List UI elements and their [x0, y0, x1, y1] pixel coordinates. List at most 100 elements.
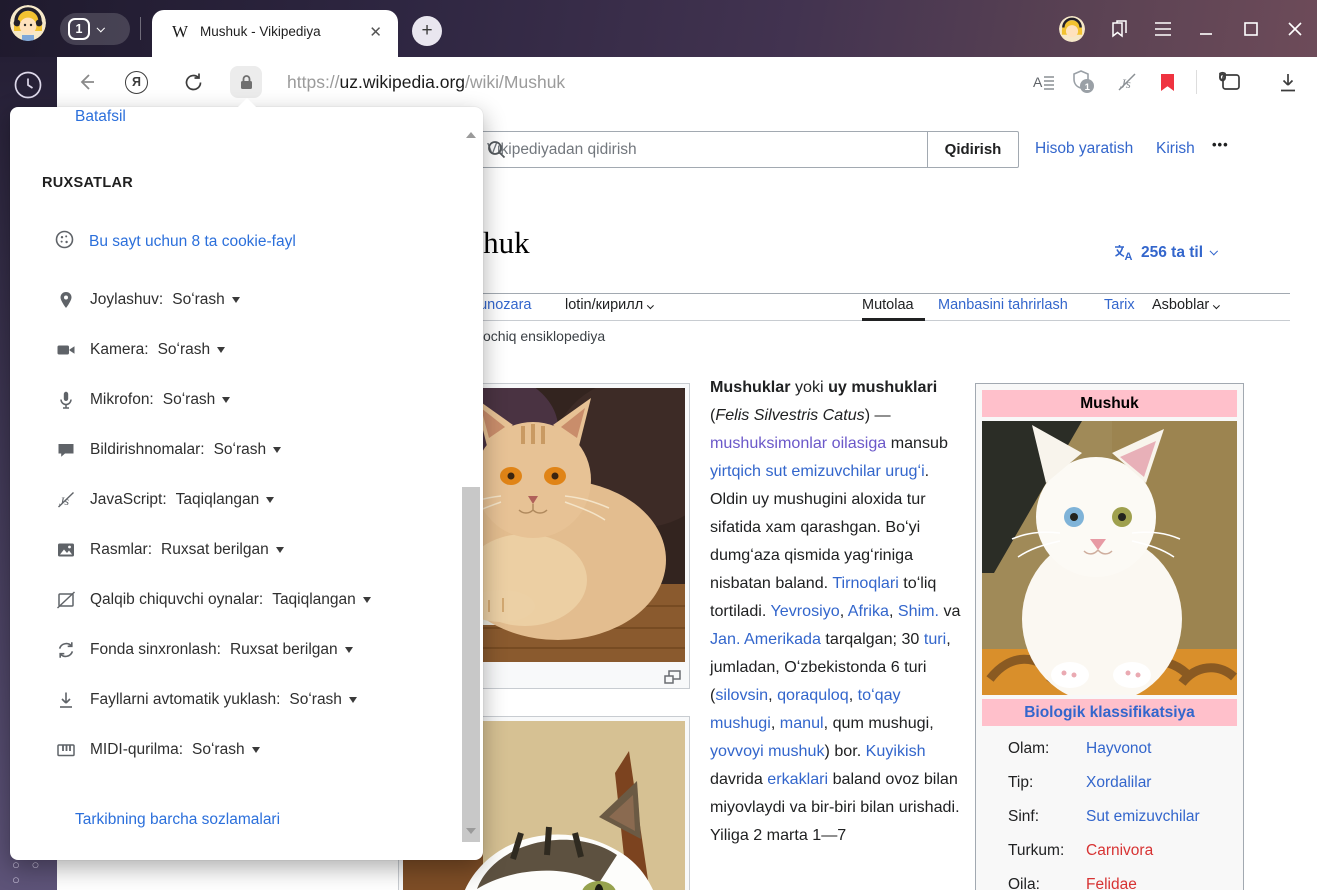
minimize-button[interactable] [1197, 19, 1217, 39]
address-bar[interactable]: https://uz.wikipedia.org/wiki/Mushuk [287, 57, 565, 107]
permission-value-dropdown[interactable]: Soʻrash [289, 691, 357, 709]
downloads-icon[interactable] [1278, 57, 1298, 107]
wiki-link[interactable]: Afrika [848, 602, 889, 620]
protect-shield-icon[interactable]: 1 [1071, 57, 1097, 107]
caret-down-icon [222, 397, 230, 403]
taxonomy-label: Tip: [1008, 774, 1086, 792]
infobox-title: Mushuk [982, 390, 1237, 417]
tab-edit-source[interactable]: Manbasini tahrirlash [938, 297, 1068, 313]
language-selector[interactable]: A 256 ta til [1113, 243, 1216, 262]
permission-row-sync: Fonda sinxronlash:Ruxsat berilgan [10, 625, 450, 675]
cookies-row[interactable]: Bu sayt uchun 8 ta cookie-fayl [54, 229, 296, 255]
tab-count-badge: 1 [68, 18, 90, 40]
permission-label: Bildirishnomalar: [90, 441, 205, 459]
taxonomy-value-link[interactable]: Sut emizuvchilar [1086, 808, 1200, 826]
permission-rows: Joylashuv:SoʻrashKamera:SoʻrashMikrofon:… [10, 275, 450, 775]
taxonomy-label: Oila: [1008, 876, 1086, 890]
permission-value-dropdown[interactable]: Taqiqlangan [176, 491, 275, 509]
avatar-icon [10, 5, 46, 41]
caret-down-icon [273, 447, 281, 453]
login-link[interactable]: Kirish [1156, 140, 1195, 158]
taxonomy-label: Turkum: [1008, 842, 1086, 860]
all-content-settings-link[interactable]: Tarkibning barcha sozlamalari [75, 811, 280, 829]
back-icon[interactable] [75, 57, 97, 107]
search-button[interactable]: Qidirish [927, 131, 1019, 168]
sidebar-overflow-dots-icon[interactable]: ○ ○ ○ [12, 857, 57, 887]
variant-selector[interactable]: lotin/кирилл [565, 297, 653, 313]
permission-value-dropdown[interactable]: Soʻrash [158, 341, 226, 359]
wiki-link[interactable]: Yevrosiyo [771, 602, 840, 620]
svg-text:A: A [1033, 74, 1043, 90]
permission-value-dropdown[interactable]: Ruxsat berilgan [161, 541, 284, 559]
tab-group-counter[interactable]: 1 [60, 13, 130, 45]
collections-icon[interactable] [1214, 57, 1241, 107]
header-more-icon[interactable]: ••• [1212, 137, 1229, 152]
svg-text:A: A [1125, 251, 1133, 262]
cookies-link[interactable]: Bu sayt uchun 8 ta cookie-fayl [89, 233, 296, 251]
wiki-link[interactable]: Tirnoqlari [832, 574, 898, 592]
account-avatar[interactable] [1059, 16, 1085, 42]
titlebar-separator [140, 17, 141, 40]
tools-menu[interactable]: Asboblar [1152, 297, 1219, 313]
panel-scroll-down-icon[interactable] [466, 834, 476, 852]
site-security-lock-icon[interactable] [230, 66, 262, 98]
bookmarks-icon[interactable] [1109, 19, 1129, 39]
wiki-link[interactable]: Jan. Amerikada [710, 630, 821, 648]
javascript-blocked-icon[interactable]: Js [1114, 57, 1140, 107]
taxonomy-value-link[interactable]: Carnivora [1086, 842, 1153, 860]
wiki-link[interactable]: yirtqich sut emizuvchilar urugʻi [710, 462, 925, 480]
wiki-link[interactable]: Shim. [898, 602, 939, 620]
tab-history[interactable]: Tarix [1104, 297, 1135, 313]
reader-mode-icon[interactable]: A [1033, 57, 1055, 107]
wiki-link[interactable]: qoraquloq [777, 686, 849, 704]
active-tab-underline [862, 318, 925, 321]
wiki-link[interactable]: turi [924, 630, 946, 648]
wiki-link[interactable]: silovsin [715, 686, 768, 704]
permission-label: Kamera: [90, 341, 149, 359]
wiki-link[interactable]: mushuksimonlar oilasiga [710, 434, 886, 452]
panel-scrollbar-thumb[interactable] [462, 487, 480, 842]
url-scheme: https:// [287, 72, 340, 93]
refresh-icon[interactable] [183, 57, 204, 107]
permission-label: MIDI-qurilma: [90, 741, 183, 759]
taxonomy-value-link[interactable]: Xordalilar [1086, 774, 1151, 792]
toolbar-divider [1196, 70, 1197, 94]
biologik-klassifikatsiya-link[interactable]: Biologik klassifikatsiya [1024, 704, 1195, 722]
permission-row-images: Rasmlar: Ruxsat berilgan [10, 525, 450, 575]
tab-read[interactable]: Mutolaa [862, 297, 914, 313]
tab-close-icon[interactable]: ✕ [365, 23, 386, 41]
wiki-link[interactable]: Kuyikish [866, 742, 926, 760]
create-account-link[interactable]: Hisob yaratish [1035, 140, 1133, 158]
caret-down-icon [345, 647, 353, 653]
taxonomy-value-link[interactable]: Felidae [1086, 876, 1137, 890]
taxonomy-row: Turkum:Carnivora [982, 834, 1237, 868]
panel-scrollbar[interactable] [462, 107, 480, 860]
wiki-link[interactable]: erkaklari [767, 770, 828, 788]
menu-icon[interactable] [1153, 21, 1173, 37]
permission-value-dropdown[interactable]: Ruxsat berilgan [230, 641, 353, 659]
permission-label: Rasmlar: [90, 541, 152, 559]
taxonomy-value-link[interactable]: Hayvonot [1086, 740, 1151, 758]
permission-value-dropdown[interactable]: Soʻrash [192, 741, 260, 759]
profile-avatar[interactable] [10, 5, 46, 41]
permission-value-dropdown[interactable]: Taqiqlangan [272, 591, 371, 609]
wiki-link[interactable]: manul [780, 714, 824, 732]
permission-value-dropdown[interactable]: Soʻrash [172, 291, 240, 309]
infobox-kitten-photo[interactable] [982, 421, 1237, 695]
enlarge-icon[interactable] [664, 670, 681, 684]
panel-scroll-up-icon[interactable] [466, 115, 476, 133]
bookmark-added-icon[interactable] [1160, 57, 1175, 107]
tab-title: Mushuk - Vikipediya [200, 24, 353, 39]
permission-label: Mikrofon: [90, 391, 154, 409]
yandex-icon[interactable]: Я [125, 57, 148, 107]
wiki-link[interactable]: yovvoyi mushuk [710, 742, 825, 760]
browser-tab[interactable]: W Mushuk - Vikipediya ✕ [152, 10, 398, 57]
infobox-section-header: Biologik klassifikatsiya [982, 699, 1237, 726]
details-link[interactable]: Batafsil [75, 108, 126, 126]
maximize-button[interactable] [1241, 19, 1261, 39]
permission-value-dropdown[interactable]: Soʻrash [214, 441, 282, 459]
close-button[interactable] [1285, 19, 1305, 39]
history-clock-icon[interactable] [13, 70, 43, 105]
new-tab-button[interactable]: + [412, 16, 442, 46]
permission-value-dropdown[interactable]: Soʻrash [163, 391, 231, 409]
